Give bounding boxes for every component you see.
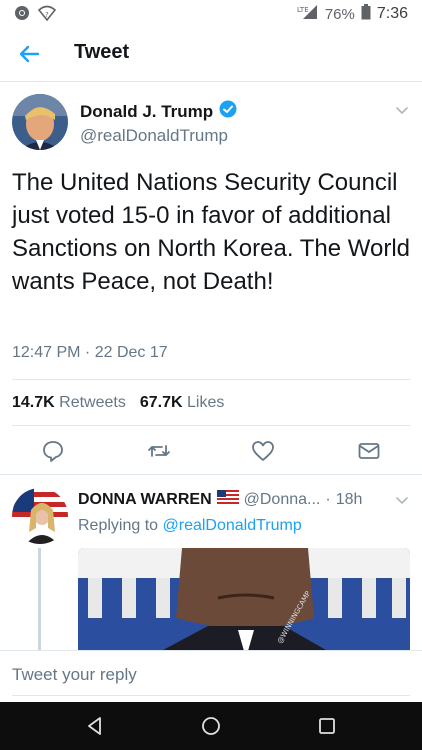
share-dm-button[interactable] bbox=[356, 438, 382, 464]
likes-label: Likes bbox=[187, 394, 225, 411]
author-name-text: Donald J. Trump bbox=[80, 101, 214, 121]
app-header: Tweet bbox=[0, 26, 422, 82]
envelope-icon bbox=[356, 443, 382, 468]
tweet-timestamp: 12:47 PM · 22 Dec 17 bbox=[12, 344, 168, 361]
likes-stat[interactable]: 67.7K Likes bbox=[140, 394, 225, 412]
retweet-button[interactable] bbox=[146, 438, 172, 464]
reply-header: DONNA WARREN @Donna... · 18h bbox=[78, 490, 362, 509]
tweet-menu-button[interactable] bbox=[394, 102, 410, 118]
divider bbox=[12, 379, 410, 380]
wifi-question-icon: ? bbox=[37, 5, 57, 26]
us-flag-icon bbox=[216, 490, 239, 509]
like-button[interactable] bbox=[250, 438, 276, 464]
triangle-back-icon bbox=[83, 717, 107, 742]
network-type-label: LTE bbox=[297, 6, 309, 14]
reply-button[interactable] bbox=[40, 438, 66, 464]
reply-icon bbox=[40, 441, 66, 468]
nav-recents-button[interactable] bbox=[315, 714, 339, 738]
retweets-stat[interactable]: 14.7K Retweets bbox=[12, 394, 126, 412]
square-recents-icon bbox=[315, 718, 339, 742]
battery-icon bbox=[361, 4, 371, 24]
tweet-text: The United Nations Security Council just… bbox=[12, 169, 410, 295]
page-title: Tweet bbox=[74, 41, 130, 63]
replying-to-link[interactable]: @realDonaldTrump bbox=[163, 517, 302, 534]
retweets-label: Retweets bbox=[59, 394, 126, 411]
status-bar: ? LTE 76% 7:36 bbox=[0, 0, 422, 26]
reply-author-handle[interactable]: @Donna... bbox=[244, 491, 321, 509]
heart-icon bbox=[250, 441, 276, 468]
author-name[interactable]: Donald J. Trump bbox=[80, 100, 237, 123]
tweet-stats: 14.7K Retweets 67.7K Likes bbox=[12, 394, 224, 412]
chevron-down-icon bbox=[394, 105, 410, 122]
avatar[interactable] bbox=[12, 94, 68, 150]
reply-time-separator: · bbox=[325, 490, 331, 508]
arrow-left-icon bbox=[16, 45, 44, 72]
tweet-actions bbox=[0, 428, 422, 476]
divider bbox=[12, 425, 410, 426]
svg-text:?: ? bbox=[45, 11, 49, 19]
reply-time: 18h bbox=[335, 490, 363, 508]
reply-input[interactable]: Tweet your reply bbox=[12, 665, 137, 685]
chrome-icon bbox=[14, 5, 30, 26]
replying-label: Replying to bbox=[78, 517, 159, 534]
replying-to: Replying to @realDonaldTrump bbox=[78, 517, 302, 535]
circle-home-icon bbox=[199, 717, 223, 742]
retweets-count: 14.7K bbox=[12, 394, 55, 411]
chevron-down-icon bbox=[394, 495, 410, 512]
reply-author-name[interactable]: DONNA WARREN bbox=[78, 491, 212, 509]
reply-tweet[interactable]: DONNA WARREN @Donna... · 18h Replying to… bbox=[0, 480, 422, 650]
signal-icon: LTE bbox=[297, 4, 319, 24]
nav-back-button[interactable] bbox=[83, 714, 107, 738]
thread-line bbox=[38, 548, 41, 650]
nav-home-button[interactable] bbox=[199, 714, 223, 738]
back-button[interactable] bbox=[16, 40, 44, 68]
battery-percent: 76% bbox=[324, 5, 355, 23]
status-right: LTE 76% 7:36 bbox=[297, 4, 408, 24]
reply-composer: Tweet your reply bbox=[0, 650, 422, 702]
status-left: ? bbox=[14, 5, 57, 26]
system-nav-bar bbox=[0, 702, 422, 750]
reply-avatar[interactable] bbox=[12, 488, 68, 544]
retweet-icon bbox=[146, 445, 172, 468]
author-handle[interactable]: @realDonaldTrump bbox=[80, 126, 228, 146]
input-underline bbox=[12, 695, 410, 696]
verified-badge-icon bbox=[219, 100, 237, 123]
likes-count: 67.7K bbox=[139, 394, 183, 411]
reply-media-image[interactable]: @WINNINGCAMP bbox=[78, 548, 410, 650]
clock: 7:36 bbox=[376, 5, 408, 22]
reply-menu-button[interactable] bbox=[394, 492, 410, 508]
